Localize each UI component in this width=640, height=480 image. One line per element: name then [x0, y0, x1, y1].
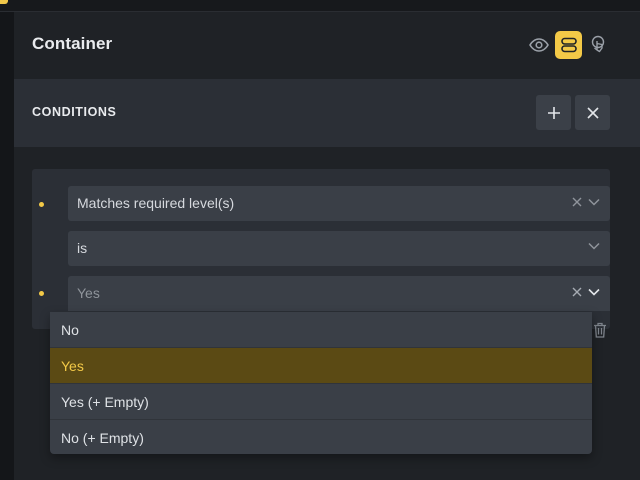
- dropdown-option-yes[interactable]: Yes: [50, 348, 592, 384]
- value-dropdown-menu: No Yes Yes (+ Empty) No (+ Empty): [50, 312, 592, 454]
- conditions-section-header: CONDITIONS: [14, 79, 640, 147]
- option-label: No: [61, 322, 79, 338]
- condition-field-select[interactable]: Matches required level(s): [68, 186, 610, 221]
- required-dot: [39, 202, 44, 207]
- panel-header: Container: [14, 12, 640, 79]
- condition-operator-select[interactable]: is: [68, 231, 610, 266]
- option-label: No (+ Empty): [61, 430, 144, 446]
- screen: Container CONDITIONS Matches required le…: [0, 0, 640, 480]
- chevron-down-icon[interactable]: [588, 198, 600, 206]
- eye-icon[interactable]: [526, 32, 552, 58]
- option-label: Yes (+ Empty): [61, 394, 149, 410]
- top-accent-marker: [0, 0, 8, 4]
- x-icon: [586, 106, 599, 119]
- chevron-down-icon[interactable]: [588, 242, 600, 250]
- trash-icon[interactable]: [593, 322, 607, 338]
- conditions-toggle-icon[interactable]: [555, 31, 582, 59]
- condition-card: Matches required level(s) is Yes: [32, 169, 610, 329]
- condition-operator-value: is: [77, 240, 88, 256]
- option-label: Yes: [61, 358, 84, 374]
- dropdown-option-no-empty[interactable]: No (+ Empty): [50, 420, 592, 455]
- close-conditions-button[interactable]: [575, 95, 610, 130]
- panel-title: Container: [32, 34, 113, 53]
- condition-field-value: Matches required level(s): [77, 195, 235, 211]
- interaction-icon[interactable]: [585, 32, 611, 58]
- conditions-title: CONDITIONS: [32, 105, 117, 119]
- dropdown-option-yes-empty[interactable]: Yes (+ Empty): [50, 384, 592, 420]
- chevron-down-icon[interactable]: [588, 288, 600, 296]
- clear-icon[interactable]: [572, 287, 582, 297]
- required-dot: [39, 291, 44, 296]
- add-condition-button[interactable]: [536, 95, 571, 130]
- clear-icon[interactable]: [572, 197, 582, 207]
- condition-value-placeholder: Yes: [77, 285, 100, 301]
- top-bar: [0, 0, 640, 12]
- condition-value-select[interactable]: Yes: [68, 276, 610, 311]
- plus-icon: [547, 106, 560, 119]
- dropdown-option-no[interactable]: No: [50, 312, 592, 348]
